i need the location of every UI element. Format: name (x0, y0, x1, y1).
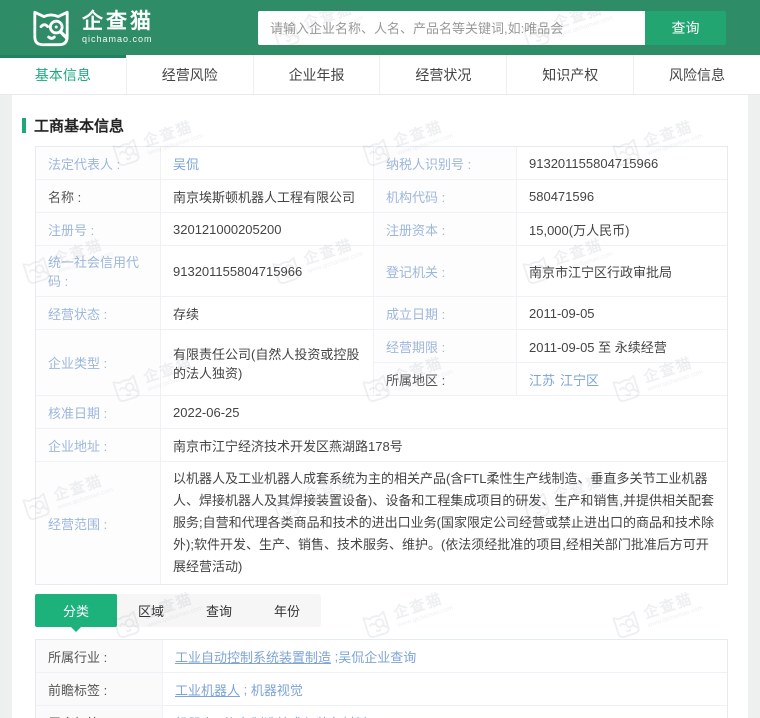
field-value-operating-term: 2011-09-05 至 永续经营 (517, 330, 727, 363)
brand-site: qichamao.com (82, 34, 153, 44)
field-value-status: 存续 (161, 297, 374, 330)
tag-value-industry: 工业自动控制系统装置制造 ; 吴侃企业查询 (163, 640, 727, 674)
founder-query-link[interactable]: 吴侃企业查询 (338, 647, 416, 666)
field-value-address: 南京市江宁经济技术开发区燕湖路178号 (161, 429, 727, 462)
field-label-status: 经营状态 : (36, 297, 161, 330)
tag-label-foresight: 前瞻标签 : (36, 673, 163, 707)
top-header: 企查猫 qichamao.com 查询 (0, 0, 760, 55)
field-value-taxpayer-id: 913201155804715966 (517, 147, 727, 180)
tag-tab-query[interactable]: 查询 (185, 594, 253, 627)
field-label-reg-capital: 注册资本 : (374, 213, 517, 246)
tag-label-industry: 所属行业 : (36, 640, 163, 674)
field-value-reg-authority: 南京市江宁区行政审批局 (517, 246, 727, 297)
tag-value-foresight: 工业机器人 ; 机器视觉 (163, 673, 727, 707)
field-label-address: 企业地址 : (36, 429, 161, 462)
foresight-tag-link[interactable]: 机器视觉 (251, 680, 303, 699)
logo-text: 企查猫 qichamao.com (82, 11, 154, 44)
tag-value-exhibition: 机器人 ; 汽车制造技术与装备材料 (163, 706, 727, 718)
tab-basic-info[interactable]: 基本信息 (0, 55, 127, 94)
field-label-founded-date: 成立日期 : (374, 297, 517, 330)
tab-operating-risk[interactable]: 经营风险 (127, 55, 254, 94)
field-value-approval-date: 2022-06-25 (161, 396, 727, 429)
field-value-credit-code: 913201155804715966 (161, 246, 374, 297)
brand-name: 企查猫 (82, 10, 154, 33)
tab-annual-report[interactable]: 企业年报 (254, 55, 381, 94)
field-label-legal-rep: 法定代表人 : (36, 147, 161, 180)
section-title-bar (22, 118, 26, 133)
tag-separator: ; (240, 681, 251, 697)
tag-label-exhibition: 展会标签 : (36, 706, 163, 718)
legal-rep-link[interactable]: 吴侃 (173, 154, 199, 173)
field-label-business-scope: 经营范围 : (36, 462, 161, 585)
page-body: 工商基本信息 法定代表人 : 吴侃 纳税人识别号 : 9132011558047… (0, 95, 760, 718)
tag-tab-region[interactable]: 区域 (117, 594, 185, 627)
field-value-reg-capital: 15,000(万人民币) (517, 213, 727, 246)
field-value-business-scope: 以机器人及工业机器人成套系统为主的相关产品(含FTL柔性生产线制造、垂直多关节工… (173, 471, 714, 575)
tab-intellectual-property[interactable]: 知识产权 (507, 55, 635, 94)
region-district-link[interactable]: 江宁区 (560, 370, 599, 389)
field-label-company-name: 名称 : (36, 180, 161, 213)
field-label-taxpayer-id: 纳税人识别号 : (374, 147, 517, 180)
field-label-approval-date: 核准日期 : (36, 396, 161, 429)
field-value-company-name: 南京埃斯顿机器人工程有限公司 (161, 180, 374, 213)
search-button[interactable]: 查询 (645, 11, 726, 45)
field-label-company-type: 企业类型 : (36, 330, 161, 396)
field-value-company-type: 有限责任公司(自然人投资或控股的法人独资) (161, 330, 374, 396)
search-bar: 查询 (258, 11, 726, 45)
search-input[interactable] (258, 11, 645, 45)
tag-filter-tabs: 分类 区域 查询 年份 (35, 594, 322, 633)
field-label-reg-number: 注册号 : (36, 213, 161, 246)
tag-separator: ; (331, 648, 339, 664)
page-title: 工商基本信息 (34, 118, 125, 135)
tag-tab-category[interactable]: 分类 (35, 594, 118, 633)
field-label-credit-code: 统一社会信用代码 : (36, 246, 161, 297)
field-value-region: 江苏 江宁区 (517, 363, 727, 396)
field-value-founded-date: 2011-09-05 (517, 297, 727, 330)
cat-magnifier-icon (33, 10, 69, 46)
exhibition-tag-link[interactable]: 汽车制造技术与装备材料 (225, 713, 368, 718)
tab-operating-status[interactable]: 经营状况 (380, 55, 508, 94)
field-value-legal-rep: 吴侃 (161, 147, 374, 180)
tab-risk-info[interactable]: 风险信息 (634, 55, 760, 94)
field-value-org-code: 580471596 (517, 180, 727, 213)
region-province-link[interactable]: 江苏 (529, 370, 555, 389)
tag-tab-year[interactable]: 年份 (253, 594, 321, 627)
business-info-table: 法定代表人 : 吴侃 纳税人识别号 : 913201155804715966 名… (35, 146, 728, 586)
field-label-org-code: 机构代码 : (374, 180, 517, 213)
tags-table: 所属行业 : 工业自动控制系统装置制造 ; 吴侃企业查询 前瞻标签 : 工业机器… (35, 639, 728, 718)
content-card: 工商基本信息 法定代表人 : 吴侃 纳税人识别号 : 9132011558047… (12, 95, 748, 718)
field-label-reg-authority: 登记机关 : (374, 246, 517, 297)
industry-link[interactable]: 工业自动控制系统装置制造 (175, 647, 331, 666)
exhibition-tag-link[interactable]: 机器人 (175, 713, 214, 718)
foresight-tag-link[interactable]: 工业机器人 (175, 680, 240, 699)
qichamao-logo[interactable]: 企查猫 qichamao.com (28, 8, 154, 48)
field-label-operating-term: 经营期限 : (374, 330, 517, 363)
field-label-region: 所属地区 : (374, 363, 517, 396)
section-title-row: 工商基本信息 (22, 115, 748, 136)
main-nav: 基本信息 经营风险 企业年报 经营状况 知识产权 风险信息 (0, 55, 760, 95)
field-value-reg-number: 320121000205200 (161, 213, 374, 246)
